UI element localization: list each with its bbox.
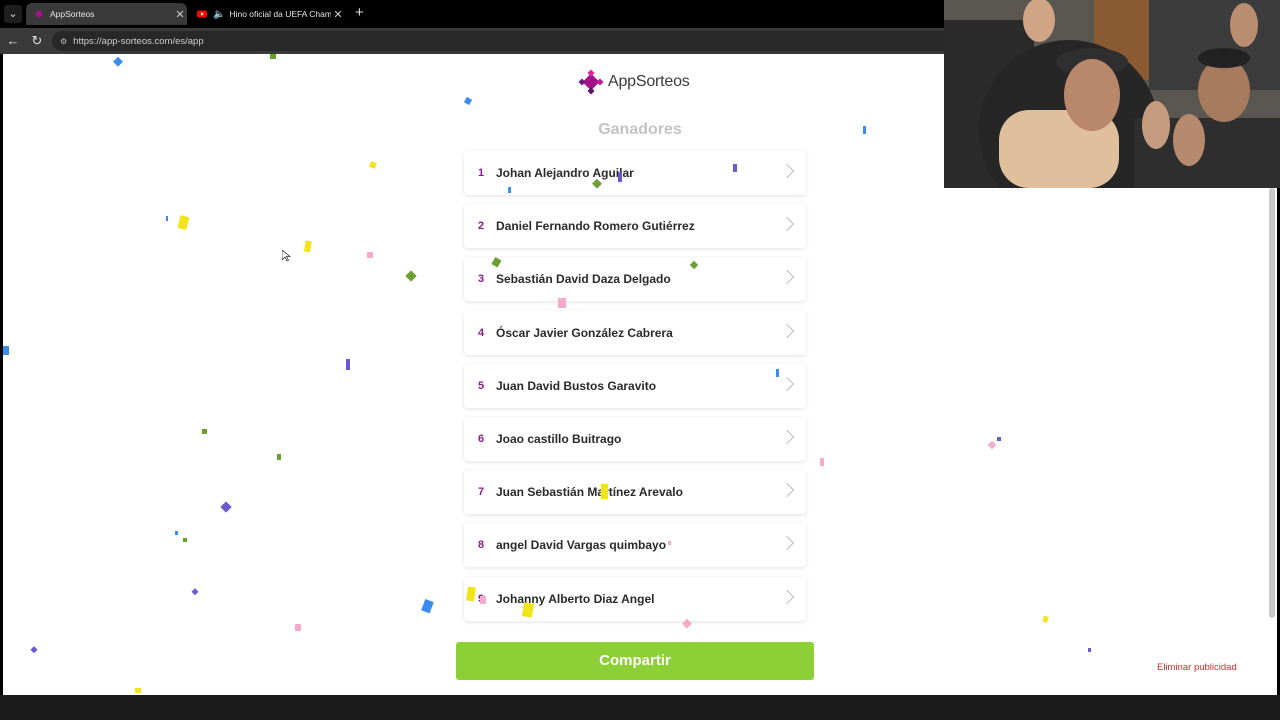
address-text: https://app-sorteos.com/es/app (73, 35, 204, 47)
mouse-cursor-icon (282, 250, 292, 262)
appsorteos-favicon (34, 9, 44, 19)
winner-name: Óscar Javier González Cabrera (496, 325, 673, 340)
winner-item[interactable]: 4 Óscar Javier González Cabrera (464, 310, 806, 355)
back-arrow-icon[interactable]: ← (4, 32, 22, 50)
winner-item[interactable]: 9 Johanny Alberto Diaz Angel (464, 576, 806, 621)
share-button[interactable]: Compartir (456, 642, 814, 680)
winner-item[interactable]: 8 angel David Vargas quimbayo (464, 523, 806, 568)
close-icon[interactable]: ✕ (331, 8, 345, 21)
taskbar-strip (0, 695, 1280, 720)
winner-item[interactable]: 7 Juan Sebastián Martínez Arevalo (464, 470, 806, 515)
winner-name: Sebastián David Daza Delgado (496, 272, 671, 287)
winner-name: angel David Vargas quimbayo (496, 538, 667, 553)
winners-list: 1 Johan Alejandro Aguilar 2 Daniel Fernand… (464, 151, 806, 630)
winner-item[interactable]: 5 Juan David Bustos Garavito (464, 363, 806, 408)
winner-number: 2 (478, 220, 485, 233)
winner-number: 4 (478, 326, 485, 339)
winner-number: 5 (478, 379, 485, 392)
winner-number: 8 (478, 539, 485, 552)
youtube-icon (197, 10, 207, 18)
winner-number: 7 (478, 486, 485, 499)
winner-number: 1 (478, 167, 485, 179)
winner-name: Juan Sebastián Martínez Arevalo (496, 485, 683, 500)
reload-icon[interactable]: ↻ (28, 32, 46, 50)
appsorteos-logo-icon (578, 69, 604, 95)
winner-number: 9 (478, 592, 485, 605)
address-bar[interactable]: ⚙ https://app-sorteos.com/es/app (52, 31, 952, 51)
winner-name: Johan Alejandro Aguilar (496, 166, 634, 180)
tab-appsorteos[interactable]: AppSorteos ✕ (26, 3, 187, 25)
webcam-overlay (944, 0, 1280, 188)
new-tab-icon[interactable]: + (355, 4, 364, 21)
tab-title: AppSorteos (50, 9, 95, 19)
winner-name: Juan David Bustos Garavito (496, 378, 657, 393)
speaker-icon[interactable]: 🔈 (213, 9, 225, 20)
logo-text: AppSorteos (608, 73, 690, 90)
webcam-feed-image (944, 0, 1280, 188)
tab-search-button[interactable]: ⌄ (4, 5, 22, 23)
close-icon[interactable]: ✕ (173, 8, 187, 21)
winner-number: 6 (478, 432, 485, 445)
tab-title: Hino oficial da UEFA Champio (229, 9, 331, 19)
remove-ads-link[interactable]: Eliminar publicidad (1157, 662, 1237, 673)
site-info-icon[interactable]: ⚙ (60, 37, 67, 46)
tab-youtube[interactable]: 🔈 Hino oficial da UEFA Champio ✕ (189, 3, 345, 25)
winner-item[interactable]: 3 Sebastián David Daza Delgado (464, 257, 806, 302)
winner-number: 3 (478, 273, 485, 286)
site-logo[interactable]: AppSorteos (577, 68, 690, 96)
winner-name: Daniel Fernando Romero Gutiérrez (496, 219, 695, 234)
winner-item[interactable]: 2 Daniel Fernando Romero Gutiérrez (464, 204, 806, 249)
winner-item[interactable]: 6 Joao castillo Buitrago (464, 416, 806, 461)
winner-name: Johanny Alberto Diaz Angel (496, 591, 655, 606)
winner-item[interactable]: 1 Johan Alejandro Aguilar (464, 151, 806, 195)
winner-name: Joao castillo Buitrago (496, 431, 622, 446)
